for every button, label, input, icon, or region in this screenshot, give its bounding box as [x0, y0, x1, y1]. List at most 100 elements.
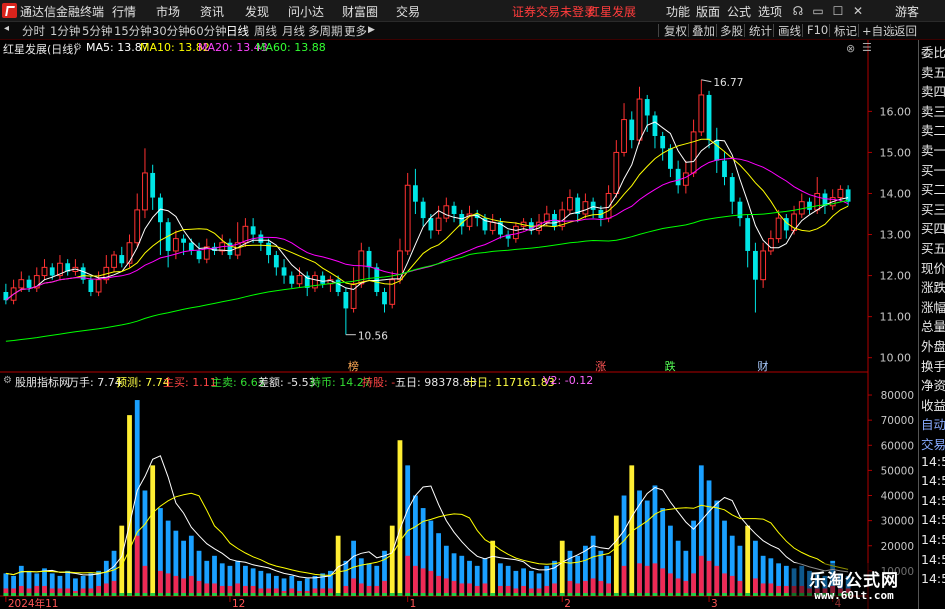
volume-base	[266, 593, 271, 596]
quote-label[interactable]: 14:56	[921, 493, 945, 508]
volume-base	[575, 593, 581, 596]
volume-settings-icon[interactable]: ⚙	[3, 375, 12, 386]
tab-30min[interactable]: 30分钟	[152, 23, 190, 39]
candle-body-up	[126, 242, 133, 264]
volume-base	[436, 593, 441, 596]
volume-base	[683, 593, 689, 596]
kline-chart[interactable]: 10.0011.0012.0013.0014.0015.0016.0010000…	[0, 40, 918, 609]
quote-label[interactable]: 14:56	[921, 532, 945, 547]
volume-base	[397, 593, 403, 596]
menu-formula[interactable]: 公式	[727, 3, 751, 20]
menu-trade[interactable]: 交易	[396, 3, 420, 20]
toolbar-dropdown-icon[interactable]: ◂	[4, 23, 9, 34]
tab-intraday[interactable]: 分时	[22, 23, 45, 39]
tab-15min[interactable]: 15分钟	[114, 23, 152, 39]
menu-quotes[interactable]: 行情	[112, 3, 136, 20]
volume-bar-main	[691, 573, 696, 596]
tab-more[interactable]: 更多	[344, 23, 367, 39]
more-arrow-icon[interactable]: ▶	[368, 25, 375, 35]
menu-ask[interactable]: 问小达	[288, 3, 324, 20]
headset-icon[interactable]: ☊	[790, 3, 806, 19]
candle-body-down	[807, 201, 812, 210]
volume-bar-main	[714, 565, 720, 596]
volume-base	[80, 593, 86, 596]
btn-mark[interactable]: 标记	[834, 23, 857, 39]
candle-body-up	[605, 192, 612, 219]
btn-back[interactable]: 返回	[894, 23, 917, 39]
chart-menu-icon[interactable]: ☰	[862, 41, 872, 54]
watermark: 乐淘公式网 www.60lt.com	[790, 563, 918, 609]
candle-body-up	[760, 250, 767, 281]
settings-gear-icon[interactable]: ⚙	[73, 42, 82, 53]
volume-base	[382, 593, 387, 596]
vol-item-v2: V2: -0.12	[543, 374, 594, 387]
login-notice[interactable]: 证券交易未登录	[512, 3, 596, 20]
volume-base	[366, 593, 372, 596]
tab-multi-period[interactable]: 多周期	[308, 23, 343, 39]
tab-monthly[interactable]: 月线	[282, 23, 305, 39]
volume-bar-main	[158, 570, 163, 596]
quote-label[interactable]: 14:56	[921, 571, 945, 586]
btn-f10[interactable]: F10	[807, 23, 828, 37]
btn-statistics[interactable]: 统计	[749, 23, 772, 39]
volume-bar-main	[698, 555, 704, 596]
window-icon[interactable]: ☐	[830, 3, 846, 19]
volume-base	[389, 593, 395, 596]
volume-base	[343, 593, 349, 596]
menu-options[interactable]: 选项	[758, 3, 782, 20]
tab-daily[interactable]: 日线	[226, 23, 249, 39]
close-icon[interactable]: ✕	[850, 3, 866, 19]
candle-body-down	[343, 292, 349, 309]
quote-label[interactable]: 交易	[921, 434, 945, 453]
btn-draw-line[interactable]: 画线	[778, 23, 801, 39]
menu-market[interactable]: 市场	[156, 3, 180, 20]
user-name[interactable]: 游客	[895, 3, 919, 20]
volume-bar-main	[405, 555, 411, 596]
menu-wealth-circle[interactable]: 财富圈	[342, 3, 378, 20]
volume-base	[351, 593, 356, 596]
btn-adjust[interactable]: 复权	[664, 23, 687, 39]
volume-base	[281, 593, 287, 596]
quote-label[interactable]: 14:56	[921, 512, 945, 527]
quote-label[interactable]: 14:56	[921, 473, 945, 488]
menu-discover[interactable]: 发现	[245, 3, 269, 20]
minimize-icon[interactable]: ▭	[810, 3, 826, 19]
btn-overlay[interactable]: 叠加	[692, 23, 715, 39]
volume-base	[606, 593, 611, 596]
quote-label[interactable]: 自动	[921, 414, 945, 433]
candle-body-down	[644, 99, 650, 116]
volume-base	[490, 593, 496, 596]
tab-60min[interactable]: 60分钟	[189, 23, 227, 39]
chart-title: 红星发展(日线)	[3, 43, 78, 56]
quote-label: 买三	[921, 201, 945, 217]
candle-body-down	[420, 201, 426, 219]
quote-label[interactable]: 14:56	[921, 454, 945, 469]
menu-layout[interactable]: 版面	[696, 3, 720, 20]
watermark-title: 乐淘公式网	[809, 571, 899, 591]
volume-base	[96, 593, 101, 596]
vol-item-five-day: 五日: 98378.83	[395, 376, 477, 389]
candle-body-down	[289, 275, 295, 284]
quote-label: 涨幅	[921, 299, 945, 315]
volume-base	[134, 593, 140, 596]
candle-body-up	[142, 172, 148, 211]
candle-body-down	[729, 177, 735, 202]
btn-multi-stock[interactable]: 多股	[720, 23, 743, 39]
menu-news[interactable]: 资讯	[200, 3, 224, 20]
candle-body-down	[188, 242, 194, 251]
ma-info-bar: 红星发展(日线) ⚙ MA5: 13.87 MA10: 13.82 MA20: …	[0, 40, 872, 56]
volume-base	[312, 593, 318, 596]
tab-weekly[interactable]: 周线	[254, 23, 277, 39]
chart-close-icon[interactable]: ⊗	[846, 42, 855, 55]
volume-bar-main	[436, 575, 441, 596]
candle-body-up	[582, 201, 589, 215]
volume-base	[103, 593, 109, 596]
tab-5min[interactable]: 5分钟	[82, 23, 112, 39]
menu-function[interactable]: 功能	[666, 3, 690, 20]
quote-label[interactable]: 14:56	[921, 552, 945, 567]
volume-base	[119, 593, 125, 596]
tab-1min[interactable]: 1分钟	[50, 23, 80, 39]
app-logo-icon	[2, 3, 17, 18]
volume-base	[513, 593, 519, 596]
price-tick-label: 10.00	[880, 352, 912, 365]
